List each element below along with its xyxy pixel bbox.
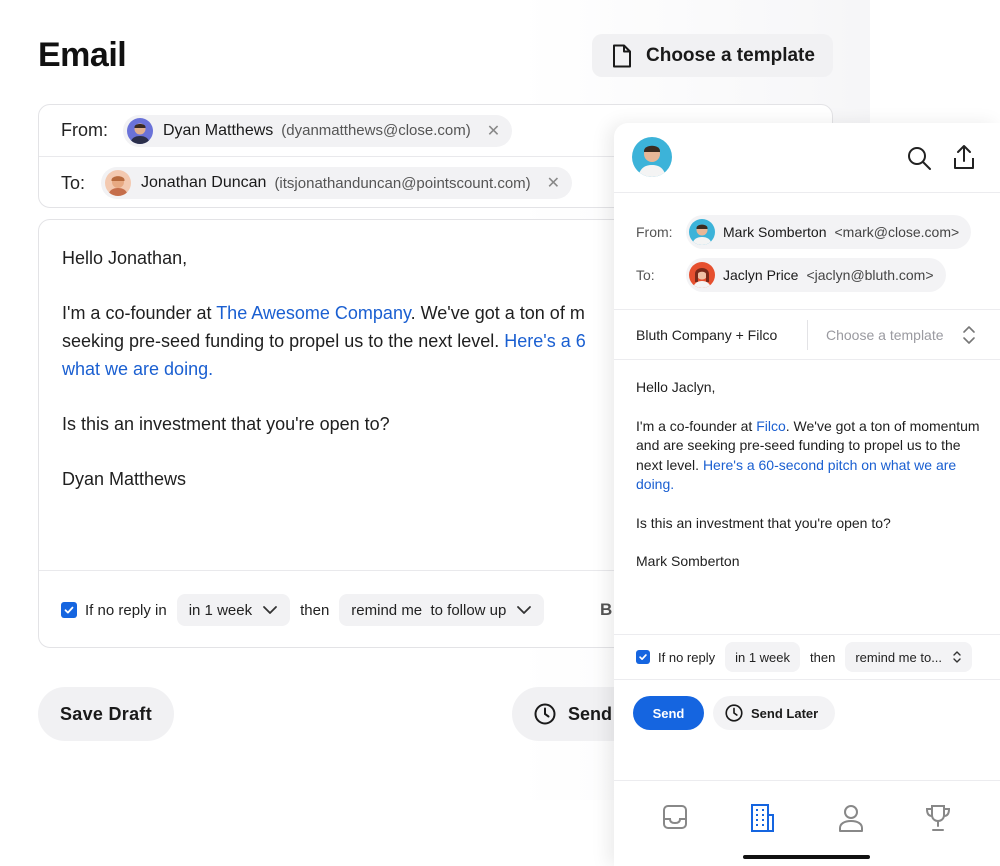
to-row: To: Jaclyn Price <jaclyn@bluth.com> [636,258,946,292]
follow-up-checkbox[interactable] [61,602,77,618]
from-email: <mark@close.com> [834,224,960,240]
choose-template-button[interactable]: Choose a template [592,34,833,77]
mobile-follow-up-row: If no reply in 1 week then remind me to.… [614,634,1000,680]
question: Is this an investment that you're open t… [636,514,891,531]
delay-select[interactable]: in 1 week [176,594,291,626]
avatar [689,262,715,288]
company-icon[interactable] [749,803,775,833]
signature: Mark Somberton [636,553,740,569]
page-title: Email [38,36,127,74]
delay-value: in 1 week [735,649,791,665]
template-select[interactable]: Choose a template [826,327,944,343]
to-chip[interactable]: Jonathan Duncan (itsjonathanduncan@point… [101,167,573,199]
divider [807,320,808,350]
text: . We've got a ton of m [410,303,585,323]
document-icon [612,44,632,68]
send-label: Send [568,703,613,724]
remove-to-icon[interactable]: ✕ [547,173,560,193]
from-label: From: [636,224,673,240]
mobile-email-composer: From: Mark Somberton <mark@close.com> To… [614,123,1000,866]
to-email: <jaclyn@bluth.com> [806,267,934,283]
from-chip[interactable]: Dyan Matthews (dyanmatthews@close.com) ✕ [123,114,513,147]
text: I'm a co-founder at [62,303,217,323]
truncated-text: B [600,600,613,619]
to-name: Jaclyn Price [723,267,799,283]
action-select[interactable]: remind me to... [845,642,973,672]
company-label: Bluth Company + Filco [636,327,778,343]
paragraph: I'm a co-founder at Filco. We've got a t… [636,417,986,495]
choose-template-label: Choose a template [646,44,815,66]
mobile-header [614,123,1000,193]
inbox-icon[interactable] [661,803,689,831]
to-label: To: [61,172,86,193]
company-link[interactable]: The Awesome Company [216,303,410,323]
from-row: From: Mark Somberton <mark@close.com> [636,215,972,249]
delay-select[interactable]: in 1 week [725,642,801,672]
contact-icon[interactable] [837,803,865,833]
greeting: Hello Jaclyn, [636,379,716,395]
company-link[interactable]: Filco [756,418,786,434]
clock-icon [725,704,743,722]
home-indicator [743,855,870,859]
text: seeking pre-seed funding to propel us to… [62,331,505,351]
pitch-link[interactable]: Here's a 6 [504,331,585,351]
clock-icon [534,703,556,725]
avatar [689,219,715,245]
send-button[interactable]: Send [633,696,704,730]
action-value: remind me to... [855,649,943,665]
action-value: remind me to follow up [351,601,507,619]
action-select[interactable]: remind me to follow up [339,594,545,626]
from-label: From: [61,120,108,140]
follow-up-checkbox[interactable] [636,650,650,664]
avatar [105,170,131,196]
bottom-nav [614,780,1000,866]
text: I'm a co-founder at [636,417,757,434]
follow-up-label: If no reply [658,649,716,665]
to-label: To: [636,267,655,283]
pitch-link[interactable]: what we are doing. [62,359,213,379]
from-email: (dyanmatthews@close.com) [281,122,471,139]
chevron-updown-icon[interactable] [962,325,976,345]
to-chip[interactable]: Jaclyn Price <jaclyn@bluth.com> [686,258,946,292]
mobile-template-row: Bluth Company + Filco Choose a template [614,310,1000,360]
search-icon[interactable] [906,145,932,171]
then-label: then [300,601,330,619]
chevron-down-icon [516,605,532,615]
mobile-address-section: From: Mark Somberton <mark@close.com> To… [614,193,1000,310]
follow-up-row: If no reply in in 1 week then remind me … [61,594,545,626]
remove-from-icon[interactable]: ✕ [487,121,500,141]
to-name: Jonathan Duncan [141,174,267,191]
to-email: (itsjonathanduncan@pointscount.com) [274,174,531,192]
mobile-email-body[interactable]: Hello Jaclyn, I'm a co-founder at Filco.… [636,378,986,591]
from-name: Mark Somberton [723,224,827,240]
from-name: Dyan Matthews [163,121,274,139]
trophy-icon[interactable] [924,803,952,833]
chevron-down-icon [262,605,278,615]
chevron-updown-icon [952,650,962,664]
save-draft-button[interactable]: Save Draft [38,687,174,741]
avatar [127,117,153,144]
follow-up-label: If no reply in [85,601,167,619]
avatar[interactable] [632,137,672,177]
then-label: then [810,649,836,665]
send-later-label: Send Later [751,705,819,721]
delay-value: in 1 week [188,601,253,619]
from-chip[interactable]: Mark Somberton <mark@close.com> [686,215,972,249]
send-later-button[interactable]: Send Later [713,696,835,730]
share-icon[interactable] [952,143,976,171]
